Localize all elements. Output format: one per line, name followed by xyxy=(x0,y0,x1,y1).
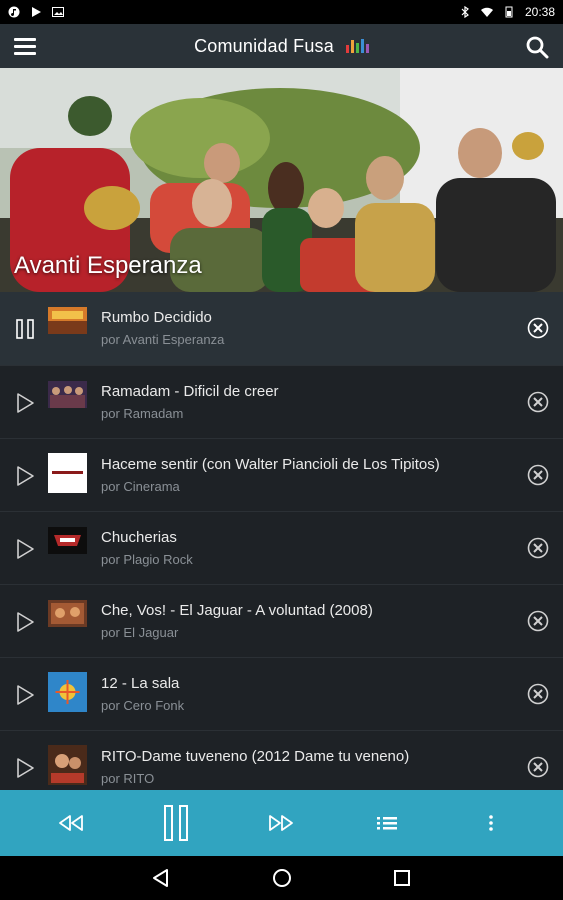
artist-hero-image: Avanti Esperanza xyxy=(0,68,563,292)
playlist-icon[interactable] xyxy=(376,805,398,841)
app-bar: Comunidad Fusa xyxy=(0,24,563,68)
wifi-icon xyxy=(480,7,493,17)
close-circle-icon[interactable] xyxy=(527,756,549,778)
track-artist: por Avanti Esperanza xyxy=(101,332,225,347)
track-thumbnail xyxy=(48,381,87,408)
track-title: Ramadam - Dificil de creer xyxy=(101,383,279,400)
track-thumbnail xyxy=(48,527,87,554)
track-artist: por El Jaguar xyxy=(101,625,179,640)
status-bar: 20:38 xyxy=(0,0,563,24)
track-thumbnail xyxy=(48,672,87,712)
track-title: 12 - La sala xyxy=(101,675,180,692)
track-title: Chucherias xyxy=(101,529,177,546)
play-icon[interactable] xyxy=(14,611,36,633)
hero-artist-name: Avanti Esperanza xyxy=(14,252,202,279)
track-artist: por RITO xyxy=(101,771,155,786)
list-item[interactable]: Haceme sentir (con Walter Piancioli de L… xyxy=(0,439,563,512)
system-nav-bar xyxy=(0,856,563,900)
track-artist: por Cinerama xyxy=(101,479,180,494)
track-title: Haceme sentir (con Walter Piancioli de L… xyxy=(101,456,440,473)
rewind-icon[interactable] xyxy=(58,805,84,841)
recents-icon[interactable] xyxy=(390,866,414,890)
play-icon[interactable] xyxy=(14,465,36,487)
track-artist: por Cero Fonk xyxy=(101,698,185,713)
list-item[interactable]: RITO-Dame tuveneno (2012 Dame tu veneno)… xyxy=(0,731,563,790)
play-notification-icon xyxy=(32,7,41,17)
close-circle-icon[interactable] xyxy=(527,537,549,559)
home-icon[interactable] xyxy=(270,866,294,890)
pause-icon[interactable] xyxy=(162,805,190,841)
track-artist: por Ramadam xyxy=(101,406,184,421)
track-thumbnail xyxy=(48,453,87,493)
list-item[interactable]: Ramadam - Dificil de creer por Ramadam xyxy=(0,366,563,439)
fusa-logo xyxy=(345,39,369,53)
list-item[interactable]: Rumbo Decidido por Avanti Esperanza xyxy=(0,292,563,366)
close-circle-icon[interactable] xyxy=(527,391,549,413)
list-item[interactable]: Che, Vos! - El Jaguar - A voluntad (2008… xyxy=(0,585,563,658)
playlist-queue: Rumbo Decidido por Avanti Esperanza Rama… xyxy=(0,292,563,790)
clock-time: 20:38 xyxy=(524,5,555,19)
menu-icon[interactable] xyxy=(14,35,36,57)
close-circle-icon[interactable] xyxy=(527,317,549,339)
fast-forward-icon[interactable] xyxy=(268,805,294,841)
track-title: Che, Vos! - El Jaguar - A voluntad (2008… xyxy=(101,602,373,619)
close-circle-icon[interactable] xyxy=(527,464,549,486)
track-thumbnail xyxy=(48,307,87,334)
play-icon[interactable] xyxy=(14,757,36,779)
play-icon[interactable] xyxy=(14,392,36,414)
track-thumbnail xyxy=(48,600,87,627)
music-note-icon xyxy=(8,6,20,18)
image-notification-icon xyxy=(52,7,64,17)
back-icon[interactable] xyxy=(149,866,173,890)
close-circle-icon[interactable] xyxy=(527,610,549,632)
app-title: Comunidad Fusa xyxy=(194,35,334,56)
track-thumbnail xyxy=(48,745,87,785)
close-circle-icon[interactable] xyxy=(527,683,549,705)
track-title: RITO-Dame tuveneno (2012 Dame tu veneno) xyxy=(101,748,410,765)
bluetooth-icon xyxy=(461,6,469,18)
pause-icon[interactable] xyxy=(14,318,36,340)
play-icon[interactable] xyxy=(14,538,36,560)
track-artist: por Plagio Rock xyxy=(101,552,193,567)
search-icon[interactable] xyxy=(525,35,549,59)
play-icon[interactable] xyxy=(14,684,36,706)
more-vert-icon[interactable] xyxy=(484,805,498,841)
battery-icon xyxy=(505,6,513,18)
list-item[interactable]: 12 - La sala por Cero Fonk xyxy=(0,658,563,731)
track-title: Rumbo Decidido xyxy=(101,309,212,326)
list-item[interactable]: Chucherias por Plagio Rock xyxy=(0,512,563,585)
player-controls xyxy=(0,790,563,856)
